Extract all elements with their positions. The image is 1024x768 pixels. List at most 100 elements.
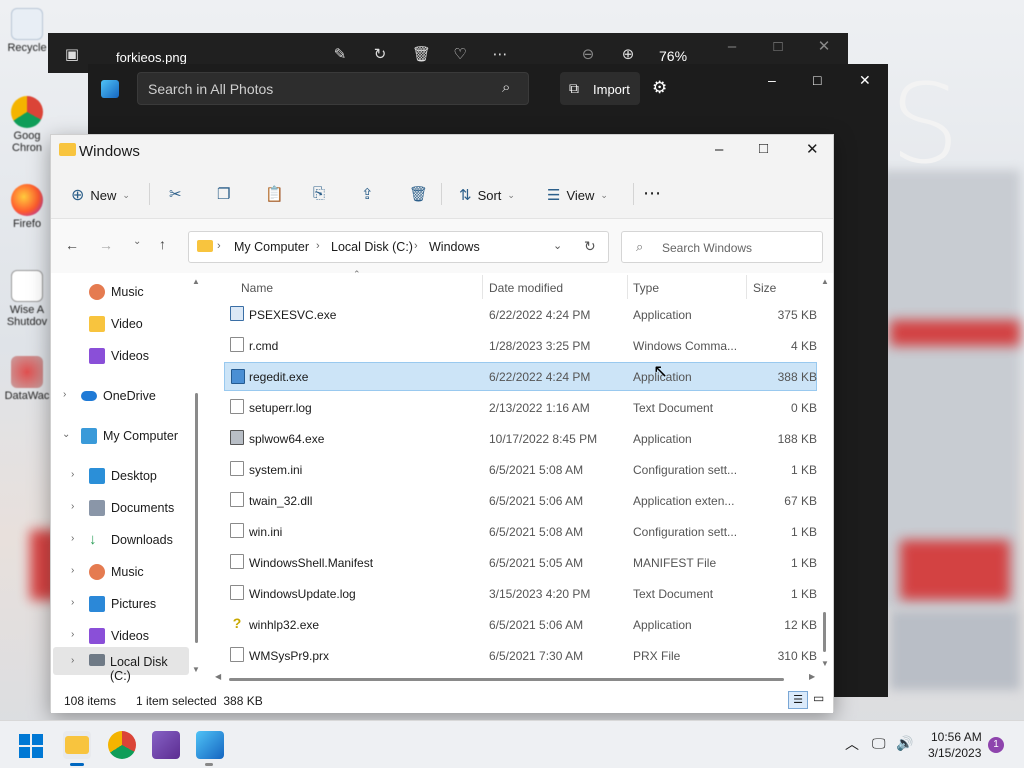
column-header-size[interactable]: Size [753,281,776,295]
maximize-icon[interactable]: □ [770,39,786,55]
expand-chevron-icon[interactable]: › [63,389,66,400]
horizontal-scroll-thumb[interactable] [229,678,784,681]
scroll-left-icon[interactable]: ◀ [215,672,221,681]
nav-item-music[interactable]: Music [89,279,144,305]
clock-date[interactable]: 3/15/2023 [928,746,981,760]
expand-chevron-icon[interactable]: › [71,629,74,640]
desktop-icon-recycle-bin[interactable]: Recycle [2,8,52,54]
scroll-up-icon[interactable]: ▲ [192,277,200,286]
favorite-heart-icon[interactable]: ♡ [452,47,468,63]
copy-icon[interactable]: ❐ [217,185,230,203]
scroll-down-icon[interactable]: ▼ [192,665,200,674]
nav-item-videos-pc[interactable]: Videos [89,623,149,649]
breadcrumb-my-computer[interactable]: My Computer [234,240,309,254]
table-row[interactable]: PSEXESVC.exe 6/22/2022 4:24 PM Applicati… [224,300,817,329]
maximize-icon[interactable]: □ [759,140,768,157]
address-bar[interactable]: › My Computer › Local Disk (C:) › Window… [188,231,609,263]
settings-gear-icon[interactable]: ⚙ [652,78,667,98]
see-more-icon[interactable]: ⋯ [643,183,661,204]
maximize-icon[interactable]: □ [813,72,821,88]
import-button[interactable]: ⧉ Import [560,72,640,105]
delete-icon[interactable]: 🗑 [412,47,431,63]
tiles-view-icon[interactable]: ▭ [813,691,827,705]
table-row[interactable]: setuperr.log 2/13/2022 1:16 AM Text Docu… [224,393,817,422]
desktop-icon-firefox[interactable]: Firefo [2,184,52,230]
nav-pane-scrollbar[interactable]: ▲ ▼ [192,277,200,677]
nav-item-music-pc[interactable]: Music [89,559,144,585]
minimize-icon[interactable]: – [768,72,776,88]
file-explorer-taskbar-icon[interactable] [63,731,91,759]
refresh-icon[interactable]: ↻ [584,238,596,255]
table-row[interactable]: system.ini 6/5/2021 5:08 AM Configuratio… [224,455,817,484]
desktop-icon-chrome[interactable]: Goog Chron [2,96,52,154]
table-row[interactable]: WindowsShell.Manifest 6/5/2021 5:05 AM M… [224,548,817,577]
file-list-horizontal-scrollbar[interactable]: ◀ ▶ [215,672,819,683]
photos-search-box[interactable]: Search in All Photos ⌕ [137,72,529,105]
new-button[interactable]: ⊕ New ⌄ [71,181,130,209]
file-list-vertical-scrollbar[interactable]: ▲ ▼ [821,277,829,669]
nav-scroll-thumb[interactable] [195,393,198,643]
expand-chevron-icon[interactable]: › [71,655,74,666]
view-button[interactable]: ☰ View ⌄ [547,181,608,209]
rename-icon[interactable]: ⎘ [313,185,325,202]
notification-badge[interactable]: 1 [988,737,1004,753]
scroll-right-icon[interactable]: ▶ [809,672,815,681]
edit-image-icon[interactable]: ✎ [332,47,348,63]
column-header-date[interactable]: Date modified [489,281,563,295]
column-header-type[interactable]: Type [633,281,659,295]
minimize-icon[interactable]: – [724,39,740,55]
scroll-up-icon[interactable]: ▲ [821,277,829,286]
back-arrow-icon[interactable]: ← [65,237,79,253]
network-icon[interactable]: 🖵 [872,735,886,752]
breadcrumb-local-disk[interactable]: Local Disk (C:) [331,240,413,254]
table-row[interactable]: splwow64.exe 10/17/2022 8:45 PM Applicat… [224,424,817,453]
table-row-selected[interactable]: regedit.exe 6/22/2022 4:24 PM Applicatio… [224,362,817,391]
close-icon[interactable]: ✕ [816,39,832,55]
collapse-chevron-icon[interactable]: ⌄ [62,429,70,440]
photos-taskbar-icon[interactable] [196,731,224,759]
visual-studio-icon[interactable] [152,731,180,759]
table-row[interactable]: r.cmd 1/28/2023 3:25 PM Windows Comma...… [224,331,817,360]
paste-icon[interactable]: 📋 [265,185,284,203]
desktop-icon-wise-shutdown[interactable]: Wise A Shutdov [2,270,52,328]
file-explorer-window[interactable]: Windows – □ ✕ ⊕ New ⌄ ✂ ❐ 📋 ⎘ ⇪ 🗑 ⇅ Sort… [50,134,834,713]
share-icon[interactable]: ⇪ [361,185,374,203]
chrome-taskbar-icon[interactable] [108,731,136,759]
breadcrumb-windows[interactable]: Windows [429,240,480,254]
sort-button[interactable]: ⇅ Sort ⌄ [459,181,515,209]
up-arrow-icon[interactable]: ↑ [159,236,166,252]
search-input[interactable]: ⌕ Search Windows [621,231,823,263]
table-row[interactable]: WMSysPr9.prx 6/5/2021 7:30 AM PRX File 3… [224,641,817,670]
volume-icon[interactable]: 🔊 [896,735,913,752]
delete-icon[interactable]: 🗑 [409,185,428,203]
scroll-down-icon[interactable]: ▼ [821,659,829,668]
forward-arrow-icon[interactable]: → [99,237,113,253]
desktop-icon-datawac[interactable]: DataWac [2,356,52,402]
clock-time[interactable]: 10:56 AM [931,730,982,744]
table-row[interactable]: WindowsUpdate.log 3/15/2023 4:20 PM Text… [224,579,817,608]
nav-item-videos[interactable]: Videos [89,343,149,369]
expand-chevron-icon[interactable]: › [71,597,74,608]
expand-chevron-icon[interactable]: › [71,469,74,480]
expand-chevron-icon[interactable]: › [71,565,74,576]
nav-item-desktop[interactable]: Desktop [89,463,157,489]
nav-item-downloads[interactable]: ↓ Downloads [89,527,173,553]
vertical-scroll-thumb[interactable] [823,612,826,652]
table-row[interactable]: twain_32.dll 6/5/2021 5:06 AM Applicatio… [224,486,817,515]
start-windows-icon[interactable] [19,734,43,758]
more-options-icon[interactable]: ⋯ [492,47,508,63]
cut-icon[interactable]: ✂ [169,185,182,203]
close-icon[interactable]: ✕ [859,72,871,89]
expand-chevron-icon[interactable]: › [71,533,74,544]
recent-locations-chevron-icon[interactable]: ⌄ [133,236,141,247]
column-header-name[interactable]: Name [241,281,273,295]
table-row[interactable]: ? winhlp32.exe 6/5/2021 5:06 AM Applicat… [224,610,817,639]
nav-item-pictures[interactable]: Pictures [89,591,156,617]
rotate-icon[interactable]: ↻ [372,47,388,63]
minimize-icon[interactable]: – [715,141,723,158]
zoom-out-icon[interactable]: ⊖ [580,47,596,63]
explorer-titlebar[interactable]: Windows – □ ✕ [51,135,833,169]
zoom-in-icon[interactable]: ⊕ [620,47,636,63]
nav-item-local-disk-selected[interactable]: › Local Disk (C:) [53,647,189,683]
nav-item-documents[interactable]: Documents [89,495,174,521]
